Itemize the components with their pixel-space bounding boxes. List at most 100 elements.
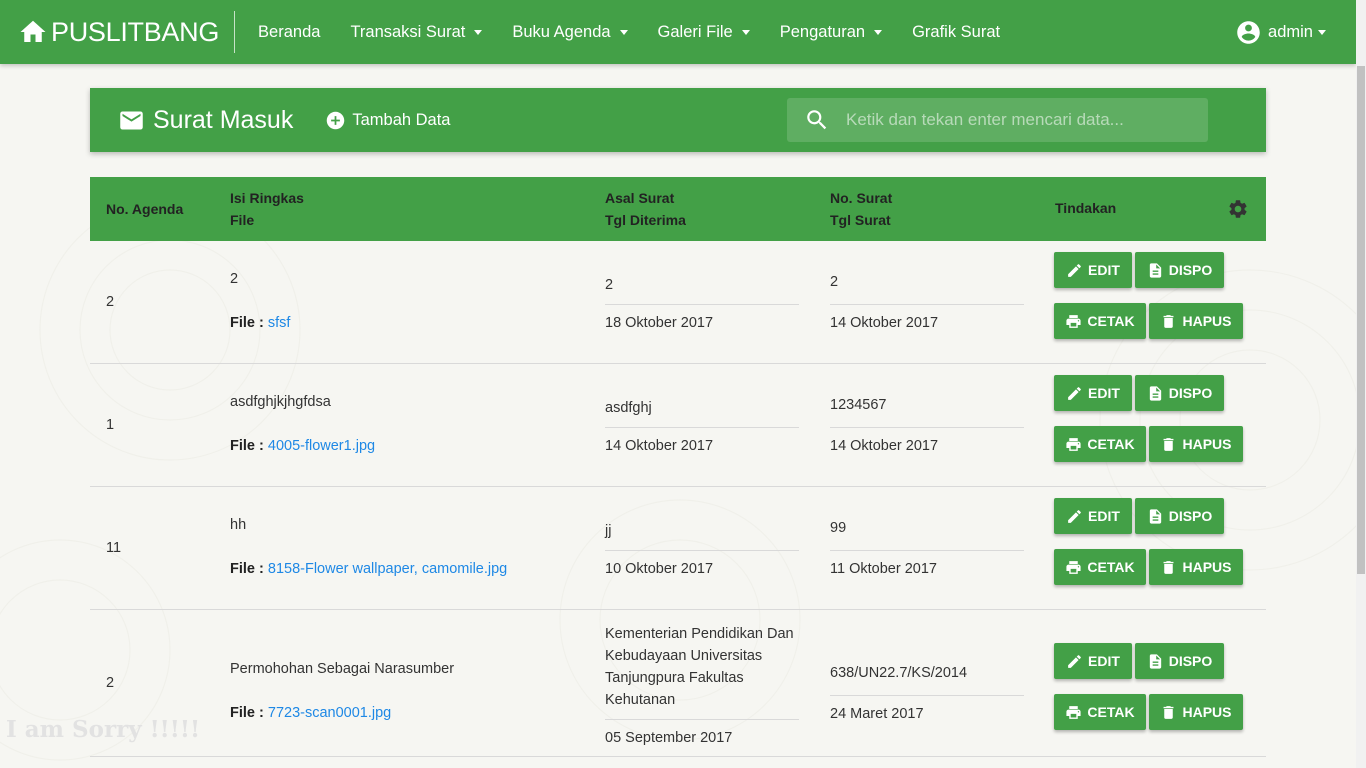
search-icon xyxy=(807,110,827,130)
table-header: No. Agenda Isi Ringkas File Asal Surat T… xyxy=(90,177,1266,241)
cell-asal-surat: Kementerian Pendidikan Dan Kebudayaan Uni… xyxy=(605,623,794,711)
dispo-button[interactable]: DISPO xyxy=(1135,643,1224,679)
search-box[interactable] xyxy=(787,98,1208,142)
home-icon xyxy=(20,20,46,42)
nav-item-buku-agenda[interactable]: Buku Agenda xyxy=(497,0,642,64)
dispo-button-label: DISPO xyxy=(1168,385,1213,401)
page-title-text: Surat Masuk xyxy=(153,105,294,134)
cetak-button[interactable]: CETAK xyxy=(1054,426,1146,462)
cell-isi-ringkas: asdfghjkjhgfdsa xyxy=(230,394,331,410)
cell-divider xyxy=(830,695,1024,696)
cetak-button-label: CETAK xyxy=(1087,704,1135,720)
cell-tgl-diterima: 18 Oktober 2017 xyxy=(605,315,714,331)
cell-divider xyxy=(830,304,1024,305)
cetak-button[interactable]: CETAK xyxy=(1054,549,1146,585)
document-icon xyxy=(1149,385,1161,401)
edit-button[interactable]: EDIT xyxy=(1054,498,1132,534)
add-data-button[interactable]: Tambah Data xyxy=(325,110,450,131)
file-link[interactable]: 4005-flower1.jpg xyxy=(268,438,375,454)
cell-divider xyxy=(830,427,1024,428)
nav-item-beranda[interactable]: Beranda xyxy=(243,0,335,64)
surat-masuk-table: No. Agenda Isi Ringkas File Asal Surat T… xyxy=(90,177,1266,757)
document-icon xyxy=(1149,508,1161,524)
asal-surat-line: Tanjungpura Fakultas xyxy=(605,670,744,686)
user-menu[interactable]: admin xyxy=(1235,0,1326,64)
nav-item-label: Buku Agenda xyxy=(512,22,611,41)
search-input[interactable] xyxy=(846,110,1176,130)
header-file: File xyxy=(230,212,255,228)
table-row: 2 2 File : sfsf 2 18 Oktober 2017 2 14 Oktober… xyxy=(90,241,1266,364)
dispo-button[interactable]: DISPO xyxy=(1135,375,1224,411)
mail-icon xyxy=(120,111,143,129)
asal-surat-line: jj xyxy=(605,523,612,539)
cell-tgl-surat: 14 Oktober 2017 xyxy=(830,315,939,331)
asal-surat-line: Kementerian Pendidikan Dan xyxy=(605,626,794,642)
dispo-button[interactable]: DISPO xyxy=(1135,252,1224,288)
dispo-button-label: DISPO xyxy=(1168,262,1213,278)
printer-icon xyxy=(1066,705,1081,719)
edit-button[interactable]: EDIT xyxy=(1054,643,1132,679)
chevron-down-icon xyxy=(1318,29,1326,35)
add-data-label: Tambah Data xyxy=(352,110,451,129)
watermark-text: I am Sorry !!!!! xyxy=(6,716,201,743)
dispo-button[interactable]: DISPO xyxy=(1135,498,1224,534)
printer-icon xyxy=(1066,560,1081,574)
cell-no-surat: 1234567 xyxy=(830,397,887,413)
file-label: File : xyxy=(230,438,268,454)
dispo-button-label: DISPO xyxy=(1168,653,1213,669)
cell-tgl-surat: 14 Oktober 2017 xyxy=(830,438,939,454)
nav-item-label: Galeri File xyxy=(657,22,733,41)
chevron-down-icon xyxy=(474,29,483,35)
cell-isi-ringkas: Permohohan Sebagai Narasumber xyxy=(230,661,455,677)
asal-surat-line: Kehutanan xyxy=(605,692,676,708)
header-tgl-diterima: Tgl Diterima xyxy=(605,212,686,228)
cell-tgl-surat: 24 Maret 2017 xyxy=(830,706,924,722)
header-asal-surat: Asal Surat xyxy=(605,190,675,206)
cell-divider xyxy=(605,719,799,720)
cell-file: File : 8158-Flower wallpaper, camomile.j… xyxy=(230,561,507,577)
hapus-button[interactable]: HAPUS xyxy=(1149,549,1243,585)
nav-item-galeri-file[interactable]: Galeri File xyxy=(643,0,765,64)
pencil-icon xyxy=(1068,386,1081,400)
nav-item-label: Grafik Surat xyxy=(912,22,1001,41)
cell-no-agenda: 11 xyxy=(106,539,122,556)
printer-icon xyxy=(1066,437,1081,451)
nav-item-pengaturan[interactable]: Pengaturan xyxy=(765,0,897,64)
header-tgl-surat: Tgl Surat xyxy=(830,212,891,228)
nav-item-grafik-surat[interactable]: Grafik Surat xyxy=(897,0,1015,64)
scrollbar-thumb[interactable] xyxy=(1357,66,1365,574)
cell-file: File : 4005-flower1.jpg xyxy=(230,438,375,454)
hapus-button[interactable]: HAPUS xyxy=(1149,426,1243,462)
cetak-button[interactable]: CETAK xyxy=(1054,303,1146,339)
nav-item-transaksi-surat[interactable]: Transaksi Surat xyxy=(335,0,497,64)
edit-button[interactable]: EDIT xyxy=(1054,375,1132,411)
pencil-icon xyxy=(1068,263,1081,277)
asal-surat-line: 2 xyxy=(605,277,614,293)
page-header: Surat Masuk Tambah Data xyxy=(90,88,1266,152)
add-circle-icon xyxy=(327,111,345,129)
cetak-button[interactable]: CETAK xyxy=(1054,694,1146,730)
asal-surat-line: asdfghj xyxy=(605,400,652,416)
file-link[interactable]: 8158-Flower wallpaper, camomile.jpg xyxy=(268,561,507,577)
pencil-icon xyxy=(1068,654,1081,668)
header-isi-ringkas: Isi Ringkas xyxy=(230,190,304,206)
hapus-button[interactable]: HAPUS xyxy=(1149,694,1243,730)
file-link[interactable]: sfsf xyxy=(268,315,291,331)
brand[interactable]: PUSLITBANG xyxy=(0,11,236,53)
file-link[interactable]: 7723-scan0001.jpg xyxy=(268,705,391,721)
chevron-down-icon xyxy=(874,29,883,35)
hapus-button-label: HAPUS xyxy=(1182,704,1232,720)
cell-isi-ringkas: 2 xyxy=(230,271,239,287)
top-navbar: PUSLITBANG Beranda Transaksi Surat Buku Ag… xyxy=(0,0,1356,64)
trash-icon xyxy=(1164,314,1174,328)
cell-divider xyxy=(605,550,799,551)
edit-button-label: EDIT xyxy=(1088,653,1120,669)
cell-isi-ringkas: hh xyxy=(230,517,247,533)
cell-no-surat: 2 xyxy=(830,274,839,290)
account-circle-icon xyxy=(1237,20,1260,44)
asal-surat-line: Kebudayaan Universitas xyxy=(605,648,763,664)
gear-icon[interactable] xyxy=(1227,198,1249,220)
edit-button[interactable]: EDIT xyxy=(1054,252,1132,288)
hapus-button[interactable]: HAPUS xyxy=(1149,303,1243,339)
cell-asal-surat: jj xyxy=(605,520,611,542)
